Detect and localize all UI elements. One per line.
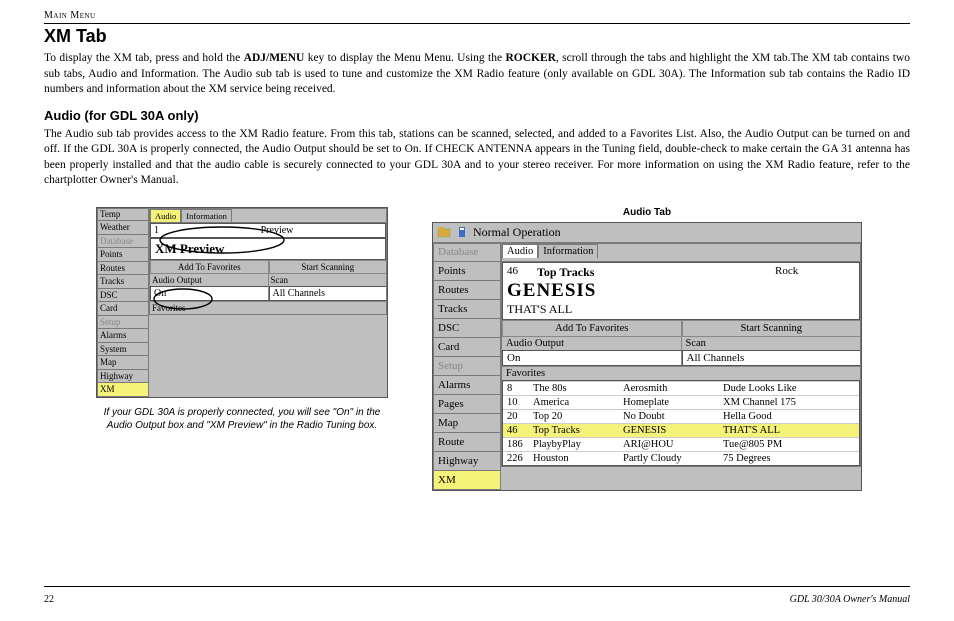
audio-output-value[interactable]: On [502,350,682,366]
tuning-channel-number: 1 [154,225,172,236]
start-scanning-button[interactable]: Start Scanning [269,260,387,274]
tuning-channel-label: Preview [172,225,382,236]
sidebar-item-card[interactable]: Card [433,338,501,357]
sidebar-item-points[interactable]: Points [97,248,149,262]
tuning-preview: XM Preview [150,238,386,260]
favorites-list: 8The 80sAerosmithDude Looks Like10Americ… [502,380,860,466]
titlebar: Normal Operation [433,223,861,242]
sidebar-item-card[interactable]: Card [97,302,149,316]
sidebar-item-alarms[interactable]: Alarms [97,329,149,343]
channel-name: Top Tracks [537,265,775,280]
rule [44,23,910,24]
scan-value[interactable]: All Channels [269,286,387,301]
sidebar-item-tracks[interactable]: Tracks [433,300,501,319]
breadcrumb: Main Menu [44,10,910,21]
audio-output-label: Audio Output [502,337,682,350]
favorites-label: Favorites [502,366,860,380]
sidebar-item-system[interactable]: System [97,343,149,357]
channel-number: 46 [507,265,537,280]
sidebar-item-routes[interactable]: Routes [433,281,501,300]
scan-label: Scan [682,337,861,350]
page-number: 22 [44,594,54,605]
start-scanning-button[interactable]: Start Scanning [682,320,861,337]
sidebar-item-map[interactable]: Map [97,356,149,370]
section-paragraph: The Audio sub tab provides access to the… [44,127,910,189]
intro-paragraph: To display the XM tab, press and hold th… [44,51,910,98]
favorite-row[interactable]: 8The 80sAerosmithDude Looks Like [503,381,859,395]
signal-icon [455,225,469,239]
now-playing-song: THAT'S ALL [507,302,855,317]
tab-audio[interactable]: Audio [150,209,181,222]
screenshot-audio-mini: TempWeatherDatabasePointsRoutesTracksDSC… [96,207,388,398]
sidebar-item-highway[interactable]: Highway [433,452,501,471]
sidebar-item-database[interactable]: Database [433,243,501,262]
folder-icon [437,225,451,239]
sidebar-item-points[interactable]: Points [433,262,501,281]
sidebar-item-setup[interactable]: Setup [97,316,149,330]
scan-label: Scan [269,274,387,286]
section-heading: Audio (for GDL 30A only) [44,108,910,123]
sidebar-item-dsc[interactable]: DSC [433,319,501,338]
sidebar-item-xm[interactable]: XM [433,471,501,490]
figure-caption-left: If your GDL 30A is properly connected, y… [92,406,392,432]
channel-genre: Rock [775,265,855,280]
add-to-favorites-button[interactable]: Add To Favorites [502,320,682,337]
sidebar-item-pages[interactable]: Pages [433,395,501,414]
add-to-favorites-button[interactable]: Add To Favorites [150,260,269,274]
sidebar-item-temp[interactable]: Temp [97,208,149,222]
figure-caption-right: Audio Tab [623,207,671,218]
tab-audio[interactable]: Audio [502,244,538,258]
audio-output-label: Audio Output [150,274,269,286]
screenshot-audio-full: Normal Operation DatabasePointsRoutesTra… [432,222,862,491]
scan-value[interactable]: All Channels [682,350,861,366]
favorite-row[interactable]: 186PlaybyPlayARI@HOUTue@805 PM [503,437,859,451]
page-title: XM Tab [44,26,910,47]
favorite-row[interactable]: 226HoustonPartly Cloudy75 Degrees [503,451,859,465]
footer-rule [44,586,910,587]
sidebar-item-database[interactable]: Database [97,235,149,249]
sidebar-item-alarms[interactable]: Alarms [433,376,501,395]
sidebar-item-dsc[interactable]: DSC [97,289,149,303]
sidebar-item-highway[interactable]: Highway [97,370,149,384]
sidebar-item-route[interactable]: Route [433,433,501,452]
sidebar-item-weather[interactable]: Weather [97,221,149,235]
favorite-row[interactable]: 46Top TracksGENESISTHAT'S ALL [503,423,859,437]
sidebar-item-xm[interactable]: XM [97,383,149,397]
audio-output-value[interactable]: On [150,286,269,301]
favorite-row[interactable]: 20Top 20No DoubtHella Good [503,409,859,423]
sidebar-item-map[interactable]: Map [433,414,501,433]
now-playing-artist: GENESIS [507,280,855,302]
tab-information[interactable]: Information [538,244,598,258]
manual-title: GDL 30/30A Owner's Manual [790,594,910,605]
sidebar-item-tracks[interactable]: Tracks [97,275,149,289]
titlebar-text: Normal Operation [473,225,561,240]
sidebar-item-routes[interactable]: Routes [97,262,149,276]
favorites-label: Favorites [150,301,386,314]
favorite-row[interactable]: 10AmericaHomeplateXM Channel 175 [503,395,859,409]
sidebar-item-setup[interactable]: Setup [433,357,501,376]
tab-information[interactable]: Information [181,209,232,222]
